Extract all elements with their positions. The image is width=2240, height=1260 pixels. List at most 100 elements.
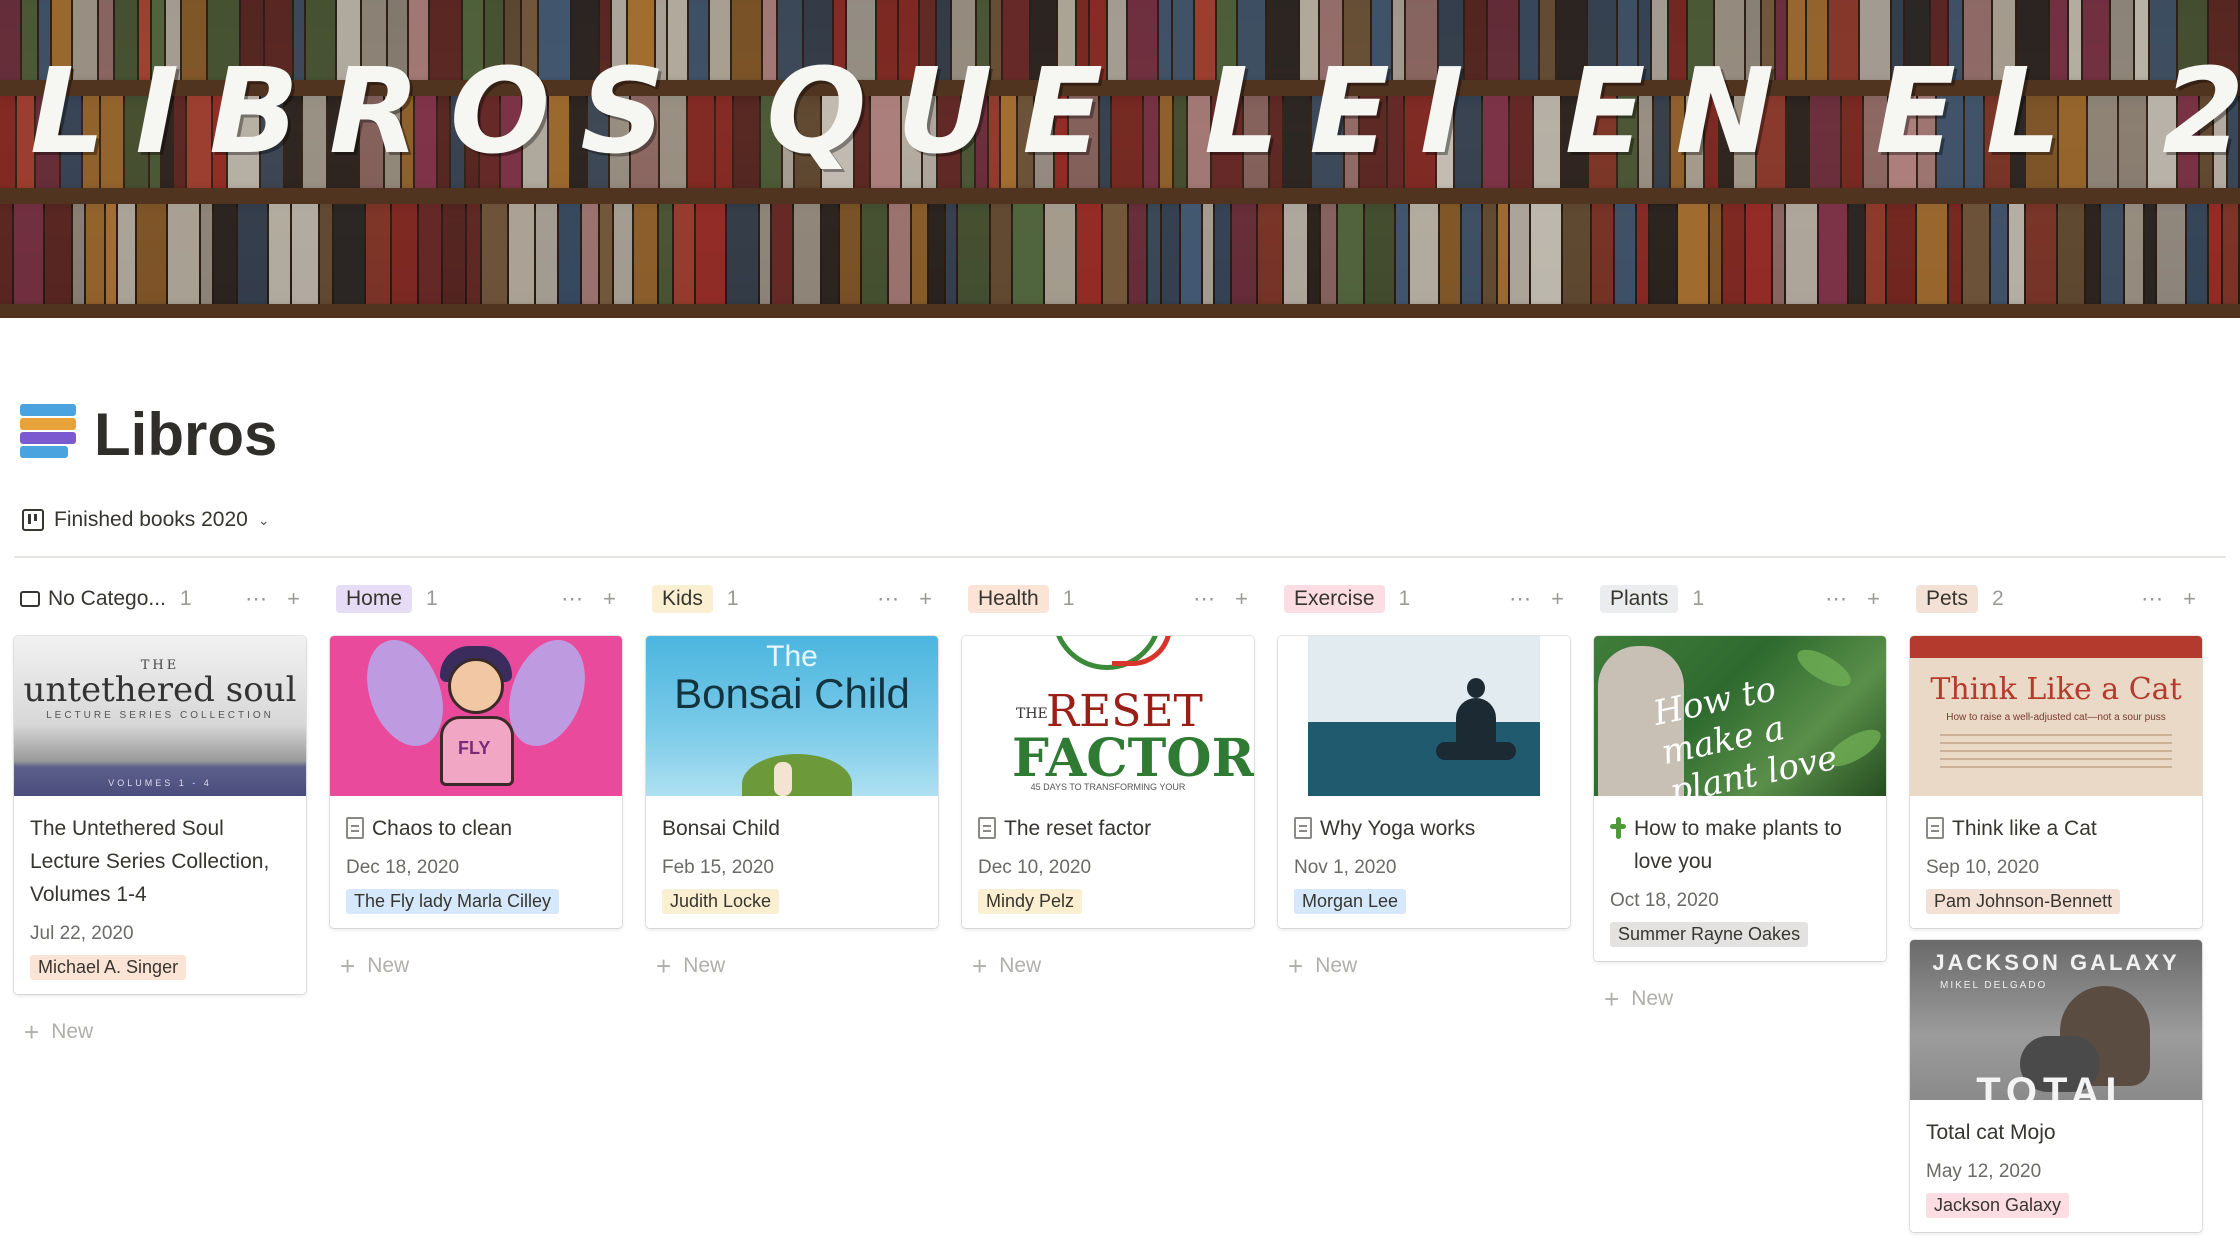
- column-title: Health: [968, 585, 1049, 613]
- book-card[interactable]: Why Yoga works Nov 1, 2020 Morgan Lee: [1278, 636, 1570, 928]
- plus-icon: +: [656, 951, 672, 981]
- add-icon[interactable]: +: [2183, 586, 2196, 612]
- cover-text: FLY: [458, 738, 491, 758]
- card-date: May 12, 2020: [1926, 1161, 2042, 1182]
- book-cover: FLY: [330, 636, 622, 796]
- more-icon[interactable]: ⋯: [1193, 586, 1215, 612]
- book-card[interactable]: FLY Chaos to clean Dec 18, 2020 The Fly …: [330, 636, 622, 928]
- new-card-button[interactable]: + New: [962, 953, 1254, 979]
- card-title: Bonsai Child: [662, 817, 780, 840]
- card-date: Sep 10, 2020: [1926, 857, 2040, 878]
- cover-banner: LIBROS QUE LEI EN EL 2020: [0, 0, 2240, 318]
- add-icon[interactable]: +: [287, 586, 300, 612]
- cactus-icon: [1610, 817, 1626, 839]
- book-cover: The Bonsai Child: [646, 636, 938, 796]
- cover-text: Think Like a Cat: [1930, 672, 2182, 707]
- column-header[interactable]: No Catego... 1 ⋯ +: [14, 580, 306, 618]
- column-header[interactable]: Exercise 1 ⋯ +: [1278, 580, 1570, 618]
- book-cover: [1278, 636, 1570, 796]
- add-icon[interactable]: +: [603, 586, 616, 612]
- view-label: Finished books 2020: [54, 508, 248, 531]
- card-date: Feb 15, 2020: [662, 857, 774, 878]
- cover-text: Bonsai Child: [674, 670, 910, 717]
- column-health: Health 1 ⋯ + THE RESET FACTOR 45 DAYS TO …: [962, 580, 1254, 1232]
- author-tag: Jackson Galaxy: [1926, 1193, 2070, 1218]
- card-title: How to make plants to love you: [1610, 812, 1870, 878]
- book-cover: Think Like a Cat How to raise a well-adj…: [1910, 636, 2202, 796]
- column-count: 1: [1062, 587, 1075, 610]
- books-stack-icon[interactable]: [20, 404, 76, 460]
- column-title: No Catego...: [48, 587, 166, 610]
- card-date: Jul 22, 2020: [30, 923, 134, 944]
- book-card[interactable]: How to make a plant love you How to make…: [1594, 636, 1886, 961]
- column-plants: Plants 1 ⋯ + How to make a plant love you…: [1594, 580, 1886, 1232]
- column-count: 1: [1692, 587, 1705, 610]
- author-tag: Summer Rayne Oakes: [1610, 922, 1809, 947]
- cover-text: JACKSON GALAXY: [1932, 950, 2180, 975]
- divider: [14, 556, 2226, 558]
- chevron-down-icon: ⌄: [257, 511, 270, 528]
- card-date: Dec 10, 2020: [978, 857, 1092, 878]
- view-selector[interactable]: Finished books 2020 ⌄: [22, 508, 270, 532]
- cover-text: VOLUMES 1 - 4: [108, 778, 212, 788]
- banner-title: LIBROS QUE LEI EN EL 2020: [30, 42, 2240, 180]
- new-card-button[interactable]: + New: [330, 953, 622, 979]
- author-tag: The Fly lady Marla Cilley: [346, 889, 560, 914]
- cover-text: How to make a plant love you: [1649, 669, 1841, 796]
- column-exercise: Exercise 1 ⋯ + Why Yoga works Nov 1, 2020…: [1278, 580, 1570, 1232]
- new-card-button[interactable]: + New: [14, 1019, 306, 1045]
- column-title: Exercise: [1284, 585, 1385, 613]
- book-card[interactable]: Think Like a Cat How to raise a well-adj…: [1910, 636, 2202, 928]
- column-title: Kids: [652, 585, 713, 613]
- page-icon: [1294, 817, 1312, 839]
- more-icon[interactable]: ⋯: [1825, 586, 1847, 612]
- book-card[interactable]: THE RESET FACTOR 45 DAYS TO TRANSFORMING…: [962, 636, 1254, 928]
- column-header[interactable]: Plants 1 ⋯ +: [1594, 580, 1886, 618]
- column-title: Home: [336, 585, 413, 613]
- column-count: 1: [179, 587, 192, 610]
- board-view-icon: [22, 509, 44, 531]
- card-title: Why Yoga works: [1294, 812, 1554, 845]
- add-icon[interactable]: +: [1551, 586, 1564, 612]
- book-card[interactable]: The Bonsai Child Bonsai Child Feb 15, 20…: [646, 636, 938, 928]
- more-icon[interactable]: ⋯: [245, 586, 267, 612]
- column-header[interactable]: Home 1 ⋯ +: [330, 580, 622, 618]
- page-icon: [978, 817, 996, 839]
- add-icon[interactable]: +: [919, 586, 932, 612]
- new-card-button[interactable]: + New: [1594, 986, 1886, 1012]
- column-title: Pets: [1916, 585, 1979, 613]
- author-tag: Morgan Lee: [1294, 889, 1407, 914]
- more-icon[interactable]: ⋯: [1509, 586, 1531, 612]
- page-title: Libros: [94, 401, 278, 468]
- new-card-button[interactable]: + New: [646, 951, 938, 981]
- column-count: 1: [1398, 587, 1411, 610]
- column-header[interactable]: Health 1 ⋯ +: [962, 580, 1254, 618]
- card-date: Oct 18, 2020: [1610, 890, 1719, 911]
- cover-text: untethered soul: [23, 670, 297, 710]
- author-tag: Mindy Pelz: [978, 889, 1083, 914]
- page-icon: [346, 817, 364, 839]
- column-kids: Kids 1 ⋯ + The Bonsai Child Bonsai Child …: [646, 580, 938, 1232]
- card-date: Dec 18, 2020: [346, 857, 460, 878]
- more-icon[interactable]: ⋯: [877, 586, 899, 612]
- book-card[interactable]: JACKSON GALAXY MIKEL DELGADO TOTAL Total…: [1910, 940, 2202, 1232]
- column-header[interactable]: Kids 1 ⋯ +: [646, 580, 938, 618]
- column-header[interactable]: Pets 2 ⋯ +: [1910, 580, 2202, 618]
- inbox-icon: [20, 591, 40, 607]
- card-date: Nov 1, 2020: [1294, 857, 1397, 878]
- page-icon: [1926, 817, 1944, 839]
- author-tag: Judith Locke: [662, 889, 780, 914]
- book-card[interactable]: THE untethered soul LECTURE SERIES COLLE…: [14, 636, 306, 994]
- more-icon[interactable]: ⋯: [561, 586, 583, 612]
- cover-text: LECTURE SERIES COLLECTION: [46, 710, 274, 721]
- card-title: The reset factor: [978, 812, 1238, 845]
- book-cover: JACKSON GALAXY MIKEL DELGADO TOTAL: [1910, 940, 2202, 1100]
- column-count: 1: [426, 587, 438, 610]
- more-icon[interactable]: ⋯: [2141, 586, 2163, 612]
- add-icon[interactable]: +: [1867, 586, 1880, 612]
- add-icon[interactable]: +: [1235, 586, 1248, 612]
- cover-text: MIKEL DELGADO: [1940, 980, 2048, 991]
- new-card-button[interactable]: + New: [1278, 953, 1570, 979]
- cover-text: THE: [1016, 706, 1048, 722]
- book-cover: THE RESET FACTOR 45 DAYS TO TRANSFORMING…: [962, 636, 1254, 796]
